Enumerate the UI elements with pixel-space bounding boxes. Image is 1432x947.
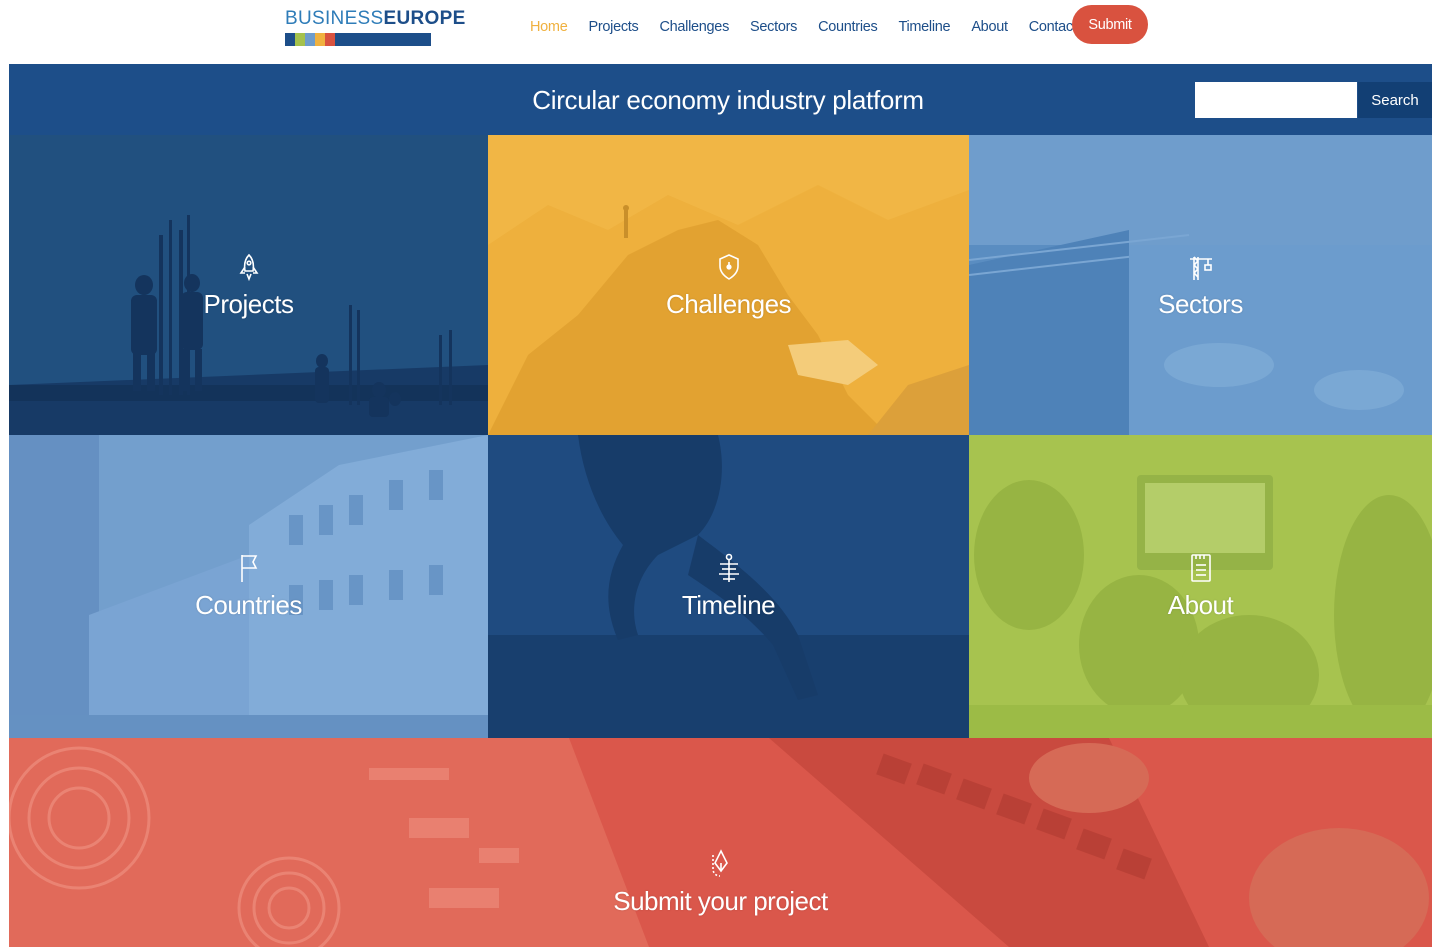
tile-challenges-content: Challenges [488, 135, 969, 435]
nav-challenges[interactable]: Challenges [659, 19, 729, 35]
tile-challenges-label: Challenges [665, 288, 792, 319]
timeline-icon [715, 552, 743, 584]
tile-projects[interactable]: Projects [9, 135, 488, 435]
tile-sectors[interactable]: Sectors [969, 135, 1432, 435]
tile-challenges[interactable]: Challenges [488, 135, 969, 435]
logo-color-bar [285, 33, 431, 46]
top-navigation-bar: BUSINESSEUROPE Home Projects Challenges … [0, 0, 1432, 64]
crane-icon [1187, 251, 1215, 283]
logo-text-business: BUSINESS [285, 8, 384, 29]
tile-timeline-content: Timeline [488, 435, 969, 738]
logo-text-europe: EUROPE [383, 8, 466, 29]
tile-projects-content: Projects [9, 135, 488, 435]
tile-submit-content: Submit your project [9, 738, 1432, 947]
tile-projects-label: Projects [203, 288, 294, 319]
tile-timeline[interactable]: Timeline [488, 435, 969, 738]
search-button[interactable]: Search [1358, 82, 1432, 118]
document-icon [1187, 552, 1215, 584]
pen-nib-icon [707, 848, 735, 880]
businesseurope-logo[interactable]: BUSINESSEUROPE [285, 8, 465, 49]
nav-home[interactable]: Home [530, 19, 568, 35]
search-input[interactable] [1195, 82, 1357, 118]
title-banner: Circular economy industry platform Searc… [9, 64, 1432, 135]
flag-icon [235, 552, 263, 584]
tile-countries-content: Countries [9, 435, 488, 738]
tile-about[interactable]: About [969, 435, 1432, 738]
submit-button[interactable]: Submit [1072, 5, 1148, 44]
tile-countries-label: Countries [195, 590, 302, 620]
nav-sectors[interactable]: Sectors [750, 19, 797, 35]
tile-about-label: About [1167, 590, 1234, 620]
nav-timeline[interactable]: Timeline [898, 19, 950, 35]
tile-submit-project[interactable]: Submit your project [9, 738, 1432, 947]
tile-sectors-content: Sectors [969, 135, 1432, 435]
nav-about[interactable]: About [971, 19, 1008, 35]
nav-countries[interactable]: Countries [818, 19, 878, 35]
logo-text: BUSINESSEUROPE [285, 8, 465, 29]
rocket-icon [235, 251, 263, 283]
tile-timeline-label: Timeline [681, 590, 776, 620]
tile-countries[interactable]: Countries [9, 435, 488, 738]
tile-sectors-label: Sectors [1158, 288, 1243, 319]
tile-about-content: About [969, 435, 1432, 738]
nav-projects[interactable]: Projects [588, 19, 638, 35]
shield-icon [715, 251, 743, 283]
tile-submit-label: Submit your project [613, 886, 828, 916]
main-nav: Home Projects Challenges Sectors Countri… [530, 14, 1116, 40]
